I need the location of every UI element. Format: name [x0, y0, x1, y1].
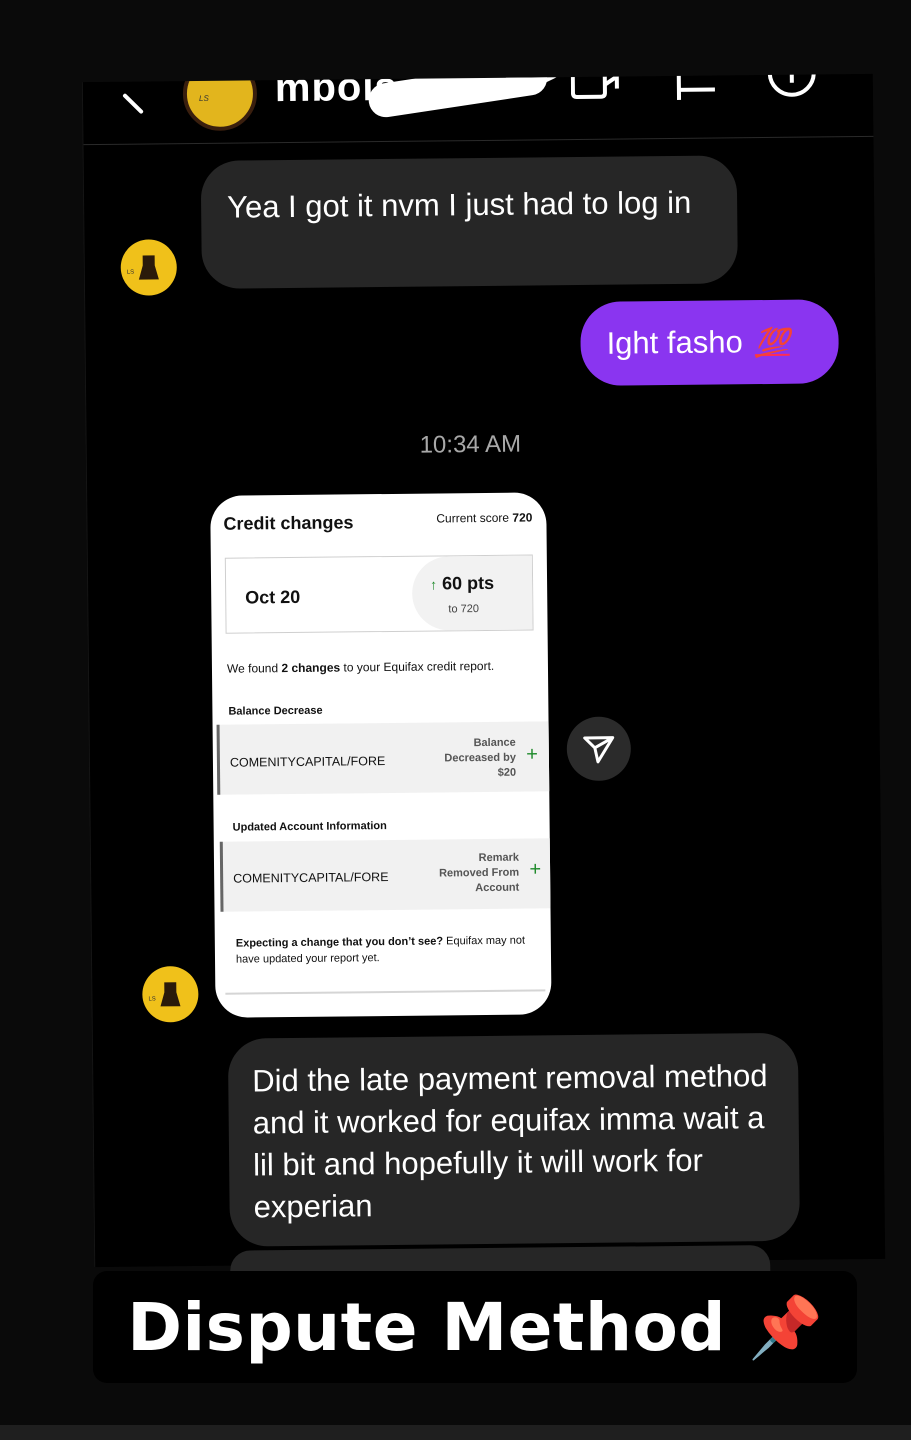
section-heading: Updated Account Information [232, 820, 387, 834]
hundred-points-emoji: 💯 [754, 326, 790, 358]
info-icon[interactable] [766, 73, 818, 105]
avatar-logo-icon: LS [198, 93, 209, 103]
account-name: COMENITYCAPITAL/FORE [229, 754, 386, 770]
share-button[interactable] [566, 716, 632, 782]
current-score: Current score 720 [436, 510, 533, 526]
banner-title: Dispute Method [127, 1288, 727, 1366]
change-date: Oct 20 [245, 586, 301, 608]
contact-avatar[interactable]: LS [182, 73, 258, 132]
chat-header: LS mbois [82, 73, 874, 146]
message-text: Ight fasho [606, 324, 743, 361]
change-row[interactable]: COMENITYCAPITAL/FORE Remark Removed From… [219, 838, 552, 912]
avatar-logo-icon: LS [148, 982, 181, 1007]
avatar-logo-icon: LS [127, 255, 159, 280]
title-banner: Dispute Method 📌 [93, 1271, 857, 1383]
back-arrow-icon[interactable] [121, 89, 147, 115]
message-timestamp: 10:34 AM [419, 430, 522, 459]
background-strip [0, 1425, 911, 1440]
video-call-icon[interactable] [570, 73, 623, 107]
card-title: Credit changes [223, 512, 354, 534]
changes-summary: We found 2 changes to your Equifax credi… [226, 658, 495, 676]
change-detail: Remark Removed From Account [438, 851, 520, 895]
account-name: COMENITYCAPITAL/FORE [233, 870, 389, 886]
section-heading: Balance Decrease [228, 704, 323, 718]
expand-plus-icon[interactable]: + [526, 743, 538, 766]
points-change: ↑ 60 pts [430, 572, 495, 594]
arrow-up-icon: ↑ [430, 576, 438, 593]
sender-avatar[interactable]: LS [142, 966, 199, 1023]
points-panel: ↑ 60 pts to 720 [411, 555, 533, 631]
svg-text:LS: LS [127, 270, 134, 276]
chat-screen: LS mbois LS Yea I got it nvm I just had … [81, 73, 886, 1291]
score-change-box: Oct 20 ↑ 60 pts to 720 [224, 554, 534, 634]
card-footer-note: Expecting a change that you don’t see? E… [235, 934, 526, 966]
message-text: Did the late payment removal method and … [252, 1058, 768, 1225]
message-bubble-incoming[interactable]: Did the late payment removal method and … [227, 1032, 800, 1247]
svg-text:LS: LS [148, 996, 155, 1002]
divider [225, 989, 546, 995]
sender-avatar[interactable]: LS [120, 239, 178, 296]
pushpin-emoji: 📌 [748, 1293, 823, 1361]
change-detail: Balance Decreased by $20 [444, 736, 517, 779]
message-text: Yea I got it nvm I just had to log in [226, 184, 692, 225]
change-row[interactable]: COMENITYCAPITAL/FORE Balance Decreased b… [216, 721, 552, 795]
expand-plus-icon[interactable]: + [529, 858, 541, 881]
message-bubble-outgoing[interactable]: Ight fasho 💯 [580, 299, 840, 386]
paper-plane-icon [583, 736, 615, 764]
flag-icon[interactable] [673, 73, 725, 106]
shared-post-card[interactable]: Credit changes Current score 720 Oct 20 … [210, 492, 552, 1018]
points-to: to 720 [448, 603, 480, 616]
message-bubble-incoming[interactable]: Yea I got it nvm I just had to log in [200, 155, 738, 289]
